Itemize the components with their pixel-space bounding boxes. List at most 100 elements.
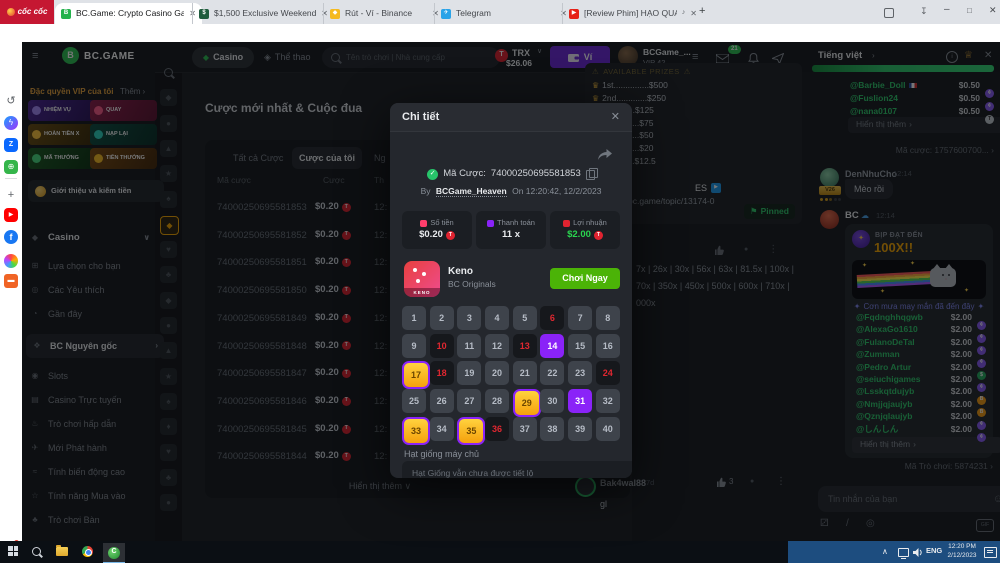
maximize-button[interactable]: □	[967, 6, 972, 15]
chat-game-id-link[interactable]: Mã Trò chơi: 5874231 ›	[845, 462, 993, 472]
keno-number-10[interactable]: 10	[430, 334, 454, 358]
pinned-badge[interactable]: ⚑ Pinned	[744, 204, 795, 219]
winner-row[interactable]: @Fuslion24	[850, 94, 898, 104]
tab-all-bets[interactable]: Tất cả Cược	[233, 153, 283, 163]
chat-close-icon[interactable]: ✕	[984, 50, 992, 62]
keno-number-7[interactable]: 7	[568, 306, 592, 330]
share-icon[interactable]	[598, 149, 612, 161]
coccoc-browser-logo[interactable]: cốc cốc	[0, 0, 54, 24]
theme-icon[interactable]	[4, 254, 18, 268]
search-input[interactable]: Tên trò chơi | Nhà cung cấp	[322, 47, 500, 68]
chat-bet-id-link[interactable]: Mã cược: 1757600700... ›	[848, 146, 994, 156]
clock-date[interactable]: 2/12/2023	[944, 552, 980, 559]
rail-icon[interactable]: ♣	[160, 266, 177, 283]
keno-number-26[interactable]: 26	[430, 389, 454, 413]
language-indicator[interactable]: ENG	[926, 547, 942, 556]
rail-icon[interactable]: ♦	[160, 418, 177, 435]
keno-number-14[interactable]: 14	[540, 334, 564, 358]
vip-more-link[interactable]: Thêm ›	[120, 87, 145, 96]
keno-number-24[interactable]: 24	[596, 361, 620, 385]
keno-number-3[interactable]: 3	[457, 306, 481, 330]
rail-icon[interactable]: ♠	[160, 191, 177, 208]
keno-number-8[interactable]: 8	[596, 306, 620, 330]
reading-list-icon[interactable]	[884, 8, 894, 18]
browser-tab[interactable]: BBC.Game: Crypto Casino Gan✕	[55, 3, 202, 24]
like-icon[interactable]	[714, 245, 724, 255]
tab-high-rollers[interactable]: Ng	[374, 153, 386, 163]
keno-number-16[interactable]: 16	[596, 334, 620, 358]
keno-number-27[interactable]: 27	[457, 389, 481, 413]
hamburger-menu-icon[interactable]: ≡	[32, 50, 38, 63]
rain-winner-name[interactable]: @AlexaGo1610	[856, 325, 918, 335]
sidebar-item[interactable]: ◔Gần đây	[30, 304, 150, 324]
modal-close-icon[interactable]: ✕	[611, 111, 620, 124]
volume-icon[interactable]	[913, 548, 923, 557]
rail-icon[interactable]	[160, 64, 177, 81]
history-icon[interactable]: ↺	[4, 94, 18, 108]
winner-row[interactable]: @nana0107	[850, 107, 897, 117]
emoji-icon[interactable]: ☺	[993, 493, 1000, 506]
bet-author[interactable]: BCGame_Heaven	[436, 186, 507, 197]
browser-tab[interactable]: ▶[Review Phim] HẠO QUA♪✕	[562, 3, 703, 24]
sidebar-item[interactable]: ♣Trò chơi Bàn	[30, 510, 150, 530]
close-window-button[interactable]: ✕	[989, 5, 997, 15]
shop-icon[interactable]: ▬	[4, 274, 18, 288]
keno-number-23[interactable]: 23	[568, 361, 592, 385]
keno-number-11[interactable]: 11	[457, 334, 481, 358]
keno-number-35[interactable]: 35	[457, 417, 485, 445]
facebook-icon[interactable]: f	[4, 230, 18, 244]
avatar[interactable]	[820, 168, 839, 187]
rail-icon[interactable]: ★	[160, 368, 177, 385]
gif-picker-icon[interactable]: GIF	[976, 519, 994, 532]
keno-number-19[interactable]: 19	[457, 361, 481, 385]
sidebar-item[interactable]: ☆Tính năng Mua vào	[30, 486, 150, 506]
rail-icon[interactable]: ♣	[160, 469, 177, 486]
rail-icon[interactable]: ♠	[160, 393, 177, 410]
menu-list-icon[interactable]: ≡	[692, 51, 698, 64]
tab-sports[interactable]: ◈ Thể thao	[264, 52, 310, 62]
chat-username[interactable]: BC	[845, 211, 859, 222]
keno-number-40[interactable]: 40	[596, 417, 620, 441]
coin-flip-icon[interactable]: ◎	[866, 518, 875, 530]
rail-icon[interactable]: ▲	[160, 342, 177, 359]
dot-icon[interactable]: ●	[744, 246, 748, 254]
add-icon[interactable]: +	[4, 188, 18, 202]
coccoc-taskbar-icon[interactable]: C	[103, 543, 125, 563]
sidebar-item[interactable]: ▤Casino Trực tuyến	[30, 390, 150, 410]
taskbar-search-icon[interactable]	[32, 547, 41, 556]
vip-tile[interactable]: TIỀN THƯỞNG	[90, 148, 157, 169]
bcgame-logo-icon[interactable]: B	[62, 47, 79, 64]
vip-tile[interactable]: MÃ THƯỞNG	[28, 148, 95, 169]
sidebar-item[interactable]: ⊞Lựa chọn cho bạn	[30, 256, 150, 276]
keno-number-29[interactable]: 29	[513, 389, 541, 417]
rain-winner-name[interactable]: @seiuchigames	[856, 375, 921, 385]
more-options-icon[interactable]: ⋮	[776, 476, 786, 488]
rail-icon[interactable]: ◆	[160, 292, 177, 309]
tab-my-bets[interactable]: Cược của tôi	[292, 147, 362, 169]
trophy-icon[interactable]: ♕	[964, 50, 973, 62]
rail-icon[interactable]: ●	[160, 317, 177, 334]
rail-icon[interactable]: ★	[160, 165, 177, 182]
winner-row[interactable]: @Barbie_Doll	[850, 81, 917, 91]
keno-number-4[interactable]: 4	[485, 306, 509, 330]
keno-number-18[interactable]: 18	[430, 361, 454, 385]
rain-winner-name[interactable]: @Qznjqlaujyb	[856, 412, 912, 422]
games-icon[interactable]: ⊕	[4, 160, 18, 174]
keno-number-6[interactable]: 6	[540, 306, 564, 330]
like-button[interactable]: 3	[716, 477, 733, 487]
minimize-button[interactable]: –	[944, 4, 950, 16]
keno-number-30[interactable]: 30	[540, 389, 564, 413]
rail-icon[interactable]: ◆	[160, 89, 177, 106]
network-icon[interactable]	[898, 548, 909, 557]
sidebar-item[interactable]: ◎Các Yêu thích	[30, 280, 150, 300]
server-seed-value[interactable]: Hạt Giống vẫn chưa được tiết lộ	[402, 461, 632, 478]
file-explorer-icon[interactable]	[56, 547, 68, 556]
avatar[interactable]	[820, 210, 839, 229]
message-hover-actions[interactable]: ● ⋮	[714, 244, 778, 256]
vip-tile[interactable]: NHIỆM VỤ	[28, 100, 95, 121]
rail-icon[interactable]: ●	[160, 494, 177, 511]
browser-tab[interactable]: ✈Telegram✕	[434, 3, 573, 24]
keno-number-33[interactable]: 33	[402, 417, 430, 445]
tab-casino[interactable]: ◆ Casino	[192, 47, 254, 68]
winner-name[interactable]: @Barbie_Doll	[850, 81, 906, 91]
